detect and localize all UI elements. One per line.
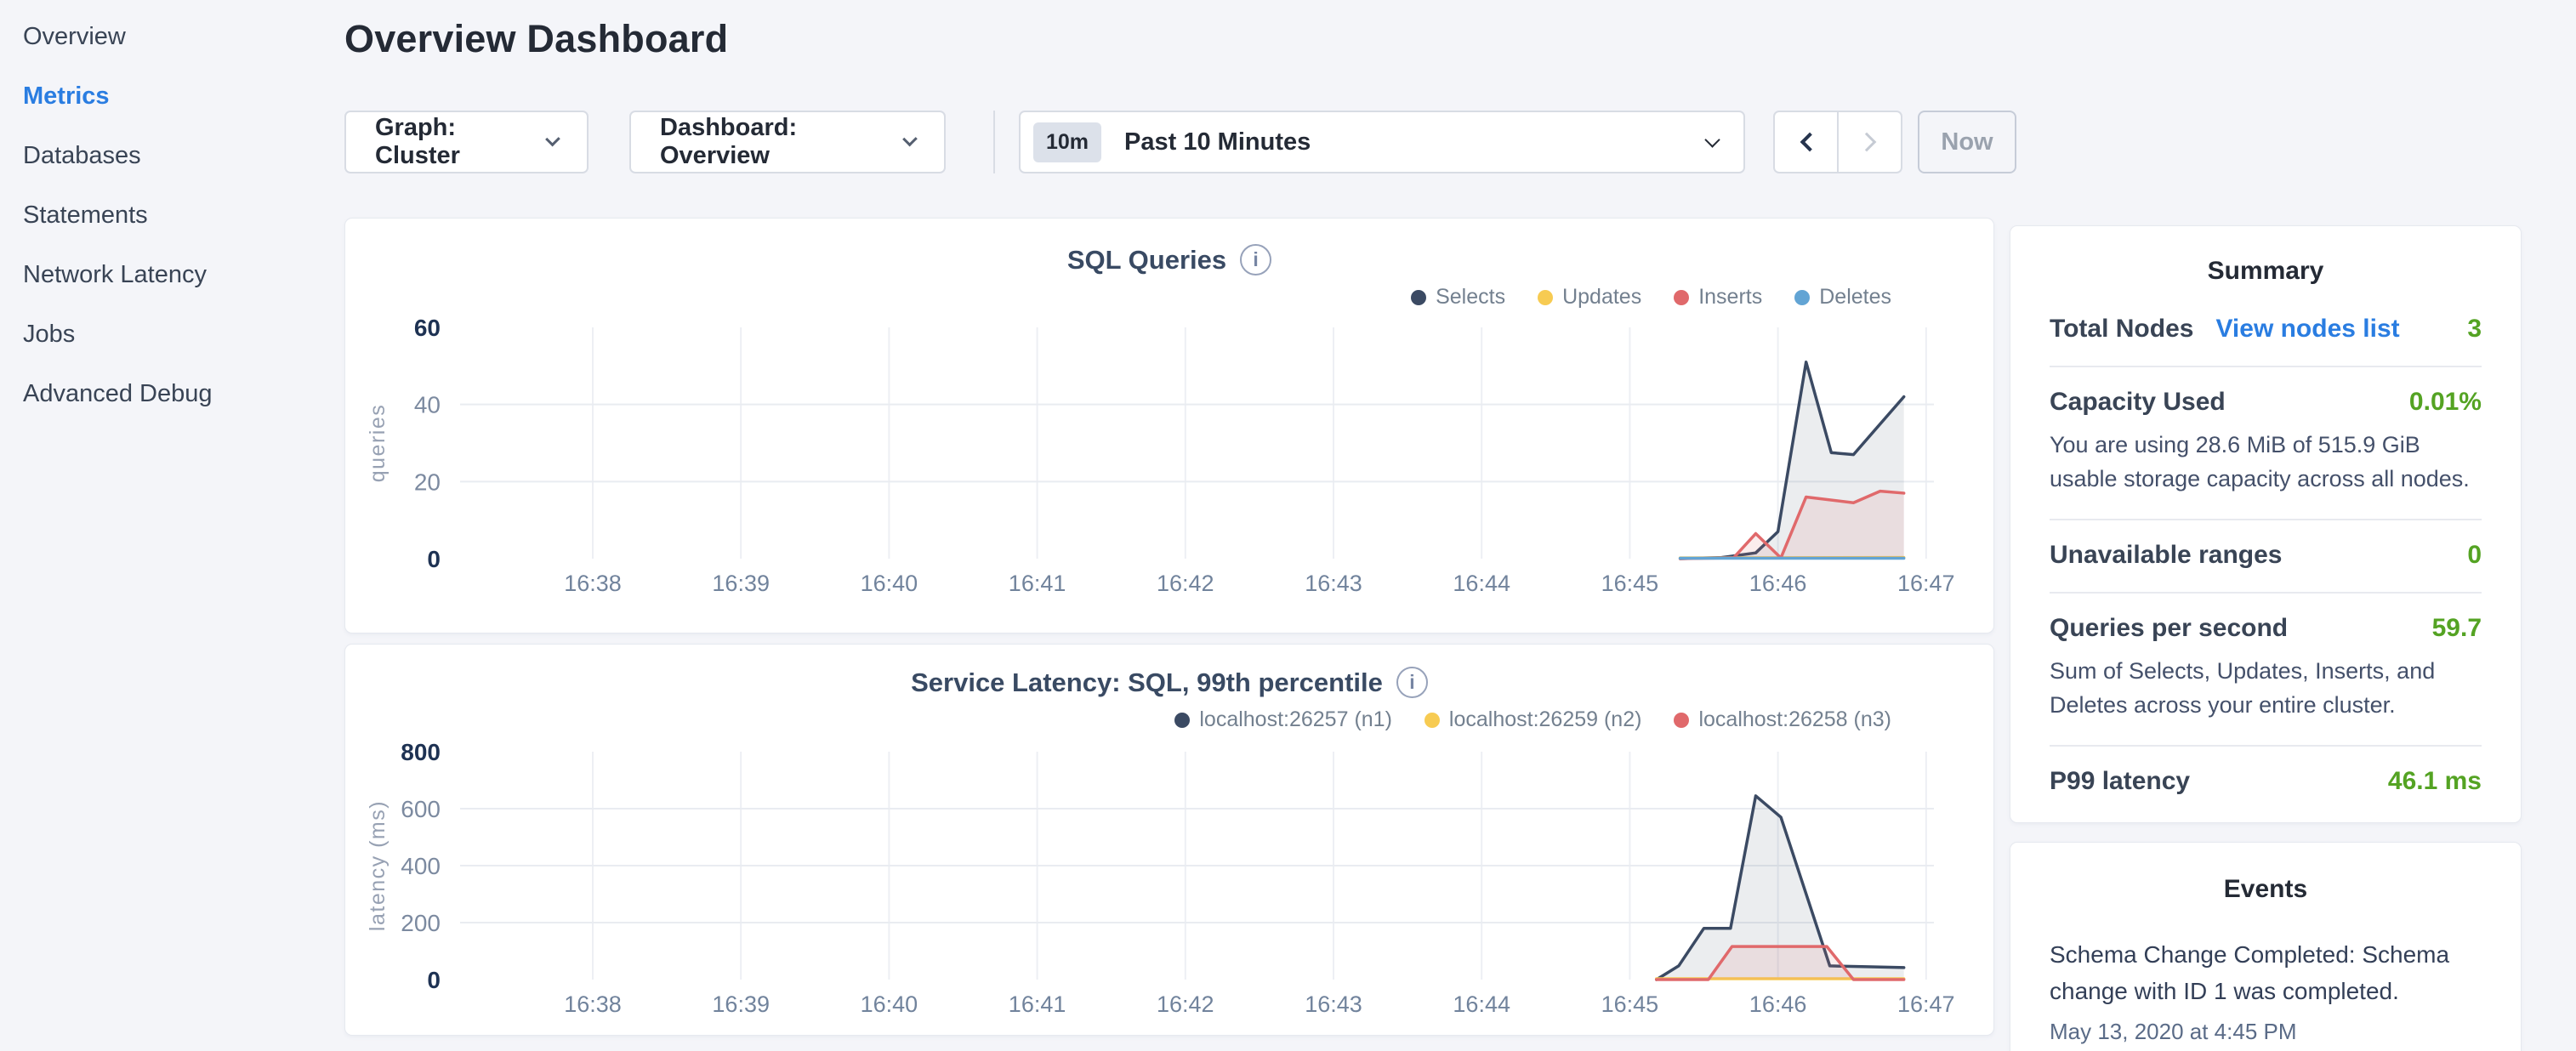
svg-text:16:41: 16:41	[1009, 991, 1066, 1017]
svg-text:800: 800	[401, 739, 441, 765]
svg-text:latency (ms): latency (ms)	[366, 800, 390, 931]
sidebar-item-network-latency[interactable]: Network Latency	[23, 245, 213, 304]
time-range-label: Past 10 Minutes	[1124, 128, 1311, 156]
svg-text:16:43: 16:43	[1305, 571, 1362, 596]
sidebar-item-metrics[interactable]: Metrics	[23, 66, 213, 126]
summary-row-value: 3	[2467, 315, 2482, 344]
svg-text:16:40: 16:40	[861, 991, 918, 1017]
summary-rows: Total Nodes View nodes list 3 Capacity Used…	[2050, 294, 2482, 818]
summary-row-label: Queries per second	[2050, 614, 2288, 643]
page-title: Overview Dashboard	[344, 17, 728, 61]
summary-row-label: Unavailable ranges	[2050, 541, 2282, 570]
chevron-down-icon	[1704, 132, 1720, 147]
sidebar-item-overview[interactable]: Overview	[23, 7, 213, 66]
chevron-right-icon	[1857, 133, 1876, 152]
svg-text:16:40: 16:40	[861, 571, 918, 596]
toolbar-divider	[993, 111, 995, 173]
sidebar-item-statements[interactable]: Statements	[23, 185, 213, 245]
svg-text:16:38: 16:38	[564, 571, 622, 596]
svg-text:16:47: 16:47	[1897, 571, 1955, 596]
svg-text:16:46: 16:46	[1749, 991, 1807, 1017]
time-step-buttons	[1773, 111, 1902, 173]
summary-row-value: 59.7	[2432, 614, 2482, 643]
svg-text:400: 400	[401, 853, 441, 879]
service-latency-chart-card: Service Latency: SQL, 99th percentileilo…	[344, 644, 1994, 1036]
summary-title: Summary	[2050, 243, 2482, 294]
sidebar: OverviewMetricsDatabasesStatementsNetwor…	[0, 0, 340, 1051]
summary-row-value: 0.01%	[2409, 388, 2482, 417]
dashboard-dropdown-label: Dashboard: Overview	[660, 114, 883, 170]
summary-row-label: Total Nodes	[2050, 315, 2193, 344]
svg-text:600: 600	[401, 796, 441, 822]
toolbar: Graph: Cluster Dashboard: Overview 10m P…	[344, 111, 2130, 173]
events-title: Events	[2050, 861, 2482, 912]
svg-text:16:42: 16:42	[1157, 991, 1214, 1017]
graph-scope-dropdown-label: Graph: Cluster	[375, 114, 526, 170]
now-button[interactable]: Now	[1918, 111, 2016, 173]
summary-row: P99 latency 46.1 ms	[2050, 745, 2482, 818]
events-panel: Events Schema Change Completed: Schema c…	[2010, 842, 2522, 1051]
svg-text:16:45: 16:45	[1601, 571, 1659, 596]
svg-text:16:38: 16:38	[564, 991, 622, 1017]
summary-row: Queries per second 59.7 Sum of Selects, Up…	[2050, 592, 2482, 745]
summary-row-subtext: Sum of Selects, Updates, Inserts, and De…	[2050, 655, 2482, 723]
chart-plot: 16:38 16:39 16:40 16:41 16:42 16:43 16:44 16:45…	[345, 645, 1995, 1037]
svg-text:16:39: 16:39	[712, 571, 770, 596]
svg-text:16:41: 16:41	[1009, 571, 1066, 596]
sql-queries-chart-card: SQL QueriesiSelectsUpdatesInsertsDeletes…	[344, 218, 1994, 633]
time-step-back-button[interactable]	[1773, 111, 1838, 173]
graph-scope-dropdown[interactable]: Graph: Cluster	[344, 111, 589, 173]
events-list: Schema Change Completed: Schema change w…	[2050, 936, 2482, 1045]
svg-text:16:39: 16:39	[712, 991, 770, 1017]
summary-row-label: P99 latency	[2050, 767, 2190, 796]
svg-text:16:47: 16:47	[1897, 991, 1955, 1017]
summary-row: Total Nodes View nodes list 3	[2050, 294, 2482, 366]
summary-row: Capacity Used 0.01% You are using 28.6 MiB…	[2050, 366, 2482, 519]
summary-row: Unavailable ranges 0	[2050, 519, 2482, 592]
svg-text:200: 200	[401, 910, 441, 936]
svg-text:0: 0	[427, 967, 441, 993]
chevron-left-icon	[1800, 133, 1819, 152]
svg-text:20: 20	[414, 469, 441, 495]
svg-text:16:42: 16:42	[1157, 571, 1214, 596]
chart-plot: 16:38 16:39 16:40 16:41 16:42 16:43 16:44 16:45…	[345, 219, 1995, 634]
chevron-down-icon	[545, 131, 560, 145]
dashboard-dropdown[interactable]: Dashboard: Overview	[629, 111, 946, 173]
svg-text:queries: queries	[366, 404, 390, 483]
sidebar-nav: OverviewMetricsDatabasesStatementsNetwor…	[23, 7, 213, 423]
time-step-forward-button[interactable]	[1838, 111, 1902, 173]
summary-panel: Summary Total Nodes View nodes list 3 Capac…	[2010, 225, 2522, 823]
summary-row-subtext: You are using 28.6 MiB of 515.9 GiB usab…	[2050, 429, 2482, 497]
summary-row-value: 0	[2467, 541, 2482, 570]
summary-row-value: 46.1 ms	[2388, 767, 2482, 796]
svg-text:16:45: 16:45	[1601, 991, 1659, 1017]
svg-text:16:44: 16:44	[1453, 991, 1510, 1017]
time-range-picker[interactable]: 10m Past 10 Minutes	[1019, 111, 1745, 173]
event-text: Schema Change Completed: Schema change w…	[2050, 936, 2482, 1010]
sidebar-item-jobs[interactable]: Jobs	[23, 304, 213, 364]
summary-row-label: Capacity Used	[2050, 388, 2226, 417]
event-timestamp: May 13, 2020 at 4:45 PM	[2050, 1019, 2482, 1045]
svg-text:16:44: 16:44	[1453, 571, 1510, 596]
svg-text:0: 0	[427, 546, 441, 572]
svg-text:16:43: 16:43	[1305, 991, 1362, 1017]
svg-text:16:46: 16:46	[1749, 571, 1807, 596]
time-range-badge: 10m	[1033, 122, 1101, 162]
svg-text:60: 60	[414, 315, 441, 341]
view-nodes-list-link[interactable]: View nodes list	[2215, 315, 2399, 344]
chevron-down-icon	[902, 131, 918, 146]
svg-text:40: 40	[414, 392, 441, 418]
sidebar-item-advanced-debug[interactable]: Advanced Debug	[23, 364, 213, 423]
sidebar-item-databases[interactable]: Databases	[23, 126, 213, 185]
